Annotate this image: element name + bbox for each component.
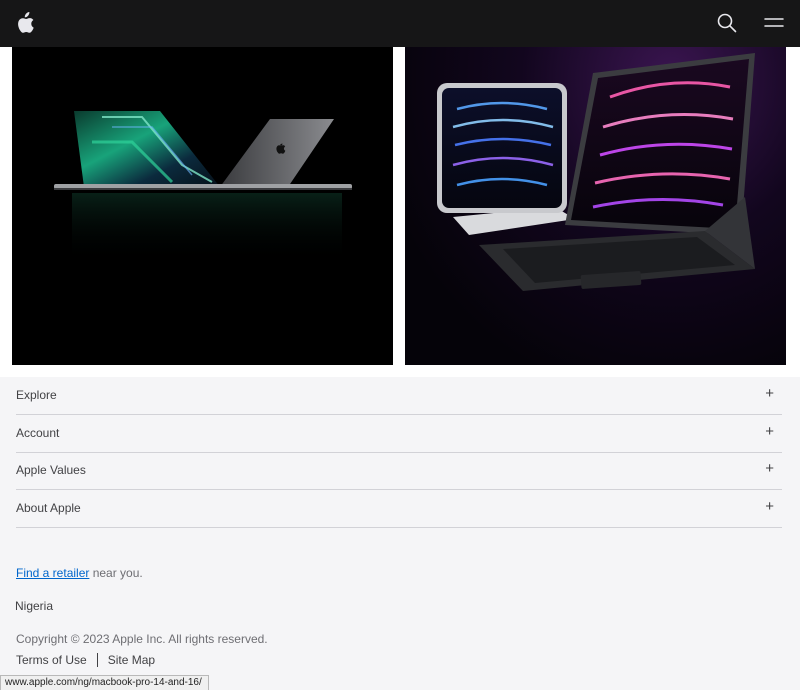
footer-section-apple-values[interactable]: Apple Values +: [16, 452, 782, 490]
divider: [96, 653, 98, 667]
plus-icon: +: [765, 498, 774, 515]
footer-section-label: Apple Values: [16, 463, 86, 477]
product-tiles: [0, 47, 800, 377]
footer-section-label: Account: [16, 426, 60, 440]
legal-links: Terms of Use Site Map: [16, 653, 155, 667]
footer-section-account[interactable]: Account +: [16, 415, 782, 453]
find-retailer-link[interactable]: Find a retailer: [16, 566, 89, 580]
footer-section-about-apple[interactable]: About Apple +: [16, 490, 782, 528]
retailer-suffix: near you.: [89, 566, 143, 580]
site-map-link[interactable]: Site Map: [108, 653, 155, 667]
macbook-pro-tile[interactable]: [12, 47, 393, 365]
footer-section-label: About Apple: [16, 501, 81, 515]
footer-section-label: Explore: [16, 388, 57, 402]
plus-icon: +: [765, 423, 774, 440]
macbook-pro-image: [54, 111, 352, 263]
search-icon[interactable]: [716, 12, 738, 34]
ipad-pro-tile[interactable]: [405, 47, 786, 365]
terms-of-use-link[interactable]: Terms of Use: [16, 653, 87, 667]
plus-icon: +: [765, 385, 774, 402]
global-nav: [0, 0, 800, 47]
plus-icon: +: [765, 460, 774, 477]
country-selector[interactable]: Nigeria: [15, 599, 53, 613]
ipad-pro-image: [437, 53, 755, 291]
find-retailer-text: Find a retailer near you.: [16, 566, 143, 580]
footer-section-explore[interactable]: Explore +: [16, 377, 782, 415]
status-url-bar: www.apple.com/ng/macbook-pro-14-and-16/: [0, 675, 209, 690]
apple-logo-icon[interactable]: [15, 12, 35, 34]
menu-icon[interactable]: [764, 14, 784, 32]
copyright-text: Copyright © 2023 Apple Inc. All rights r…: [16, 632, 268, 646]
